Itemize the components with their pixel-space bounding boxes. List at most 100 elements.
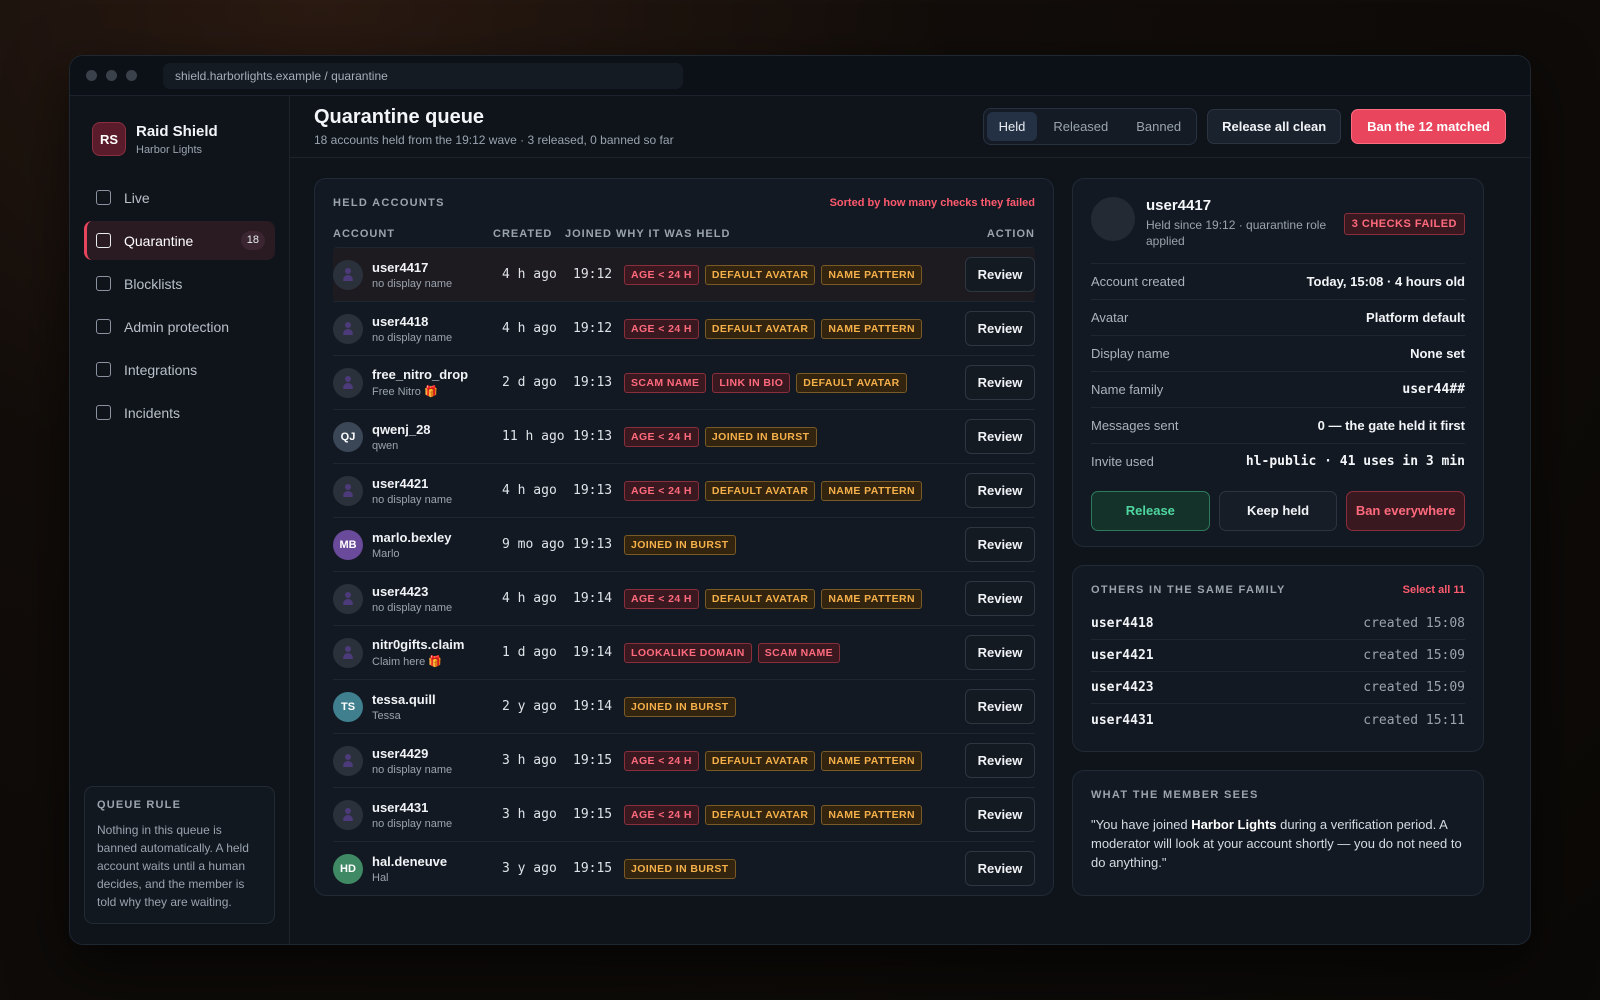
- sidebar-nav: Live Quarantine 18 Blocklists Admin protecti…: [70, 178, 289, 432]
- ban-everywhere-button[interactable]: Ban everywhere: [1346, 491, 1466, 531]
- detail-field-row: Invite used hl-public · 41 uses in 3 min: [1091, 443, 1465, 479]
- keep-held-button[interactable]: Keep held: [1218, 491, 1338, 531]
- maximize-dot-icon[interactable]: [126, 70, 137, 81]
- select-all-link[interactable]: Select all 11: [1403, 584, 1465, 596]
- queue-rule-card: QUEUE RULE Nothing in this queue is bann…: [84, 786, 275, 924]
- table-row[interactable]: nitr0gifts.claim Claim here 🎁 1 d ago 19:14…: [333, 625, 1035, 679]
- family-item[interactable]: user4431 created 15:11: [1091, 704, 1465, 736]
- reason-tag: AGE < 24 H: [624, 588, 699, 609]
- account-cell: user4429 no display name: [372, 746, 502, 776]
- reason-tag: NAME PATTERN: [821, 480, 922, 501]
- review-button[interactable]: Review: [965, 473, 1035, 508]
- field-label: Account created: [1091, 274, 1185, 289]
- created-cell: 9 mo ago: [502, 537, 565, 552]
- reason-tags: AGE < 24 H DEFAULT AVATAR NAME PATTERN: [624, 480, 965, 501]
- reason-tag: AGE < 24 H: [624, 318, 699, 339]
- table-row[interactable]: user4429 no display name 3 h ago 19:15 AGE <…: [333, 733, 1035, 787]
- joined-cell: 19:15: [573, 861, 613, 876]
- ban-matched-button[interactable]: Ban the 12 matched: [1351, 109, 1506, 144]
- brand-name: Raid Shield: [136, 122, 218, 140]
- review-button[interactable]: Review: [965, 743, 1035, 778]
- tab-released[interactable]: Released: [1041, 112, 1120, 141]
- table-row[interactable]: user4431 no display name 3 h ago 19:15 AGE <…: [333, 787, 1035, 841]
- display-name: Claim here 🎁: [372, 656, 442, 668]
- joined-cell: 19:12: [573, 267, 613, 282]
- checks-failed-badge: 3 CHECKS FAILED: [1343, 213, 1465, 235]
- reason-tags: AGE < 24 H DEFAULT AVATAR NAME PATTERN: [624, 318, 965, 339]
- table-row[interactable]: user4417 no display name 4 h ago 19:12 AGE <…: [333, 247, 1035, 301]
- account-cell: user4423 no display name: [372, 584, 502, 614]
- created-cell: 3 h ago: [502, 807, 557, 822]
- title-bar: shield.harborlights.example / quarantine: [70, 56, 1530, 96]
- review-button[interactable]: Review: [965, 635, 1035, 670]
- table-row[interactable]: user4418 no display name 4 h ago 19:12 AGE <…: [333, 301, 1035, 355]
- created-cell: 4 h ago: [502, 591, 557, 606]
- reason-tag: JOINED IN BURST: [624, 858, 736, 879]
- family-item[interactable]: user4421 created 15:09: [1091, 640, 1465, 672]
- created-cell: 4 h ago: [502, 267, 557, 282]
- created-cell: 3 y ago: [502, 861, 557, 876]
- held-accounts-title: HELD ACCOUNTS: [333, 197, 445, 209]
- column-account: ACCOUNT: [333, 228, 395, 240]
- sidebar-item-incidents[interactable]: Incidents: [84, 393, 275, 432]
- sidebar-item-integrations[interactable]: Integrations: [84, 350, 275, 389]
- sort-note[interactable]: Sorted by how many checks they failed: [830, 197, 1035, 209]
- account-name: hal.deneuve: [372, 853, 448, 869]
- table-row[interactable]: free_nitro_drop Free Nitro 🎁 2 d ago 19:13 S…: [333, 355, 1035, 409]
- family-created: created 15:11: [1363, 712, 1465, 728]
- created-cell: 3 h ago: [502, 753, 557, 768]
- window-controls: [86, 70, 137, 81]
- review-button[interactable]: Review: [965, 419, 1035, 454]
- review-button[interactable]: Review: [965, 689, 1035, 724]
- joined-cell: 19:12: [573, 321, 613, 336]
- table-row[interactable]: MB marlo.bexley Marlo 9 mo ago 19:13 JOINED I…: [333, 517, 1035, 571]
- review-button[interactable]: Review: [965, 311, 1035, 346]
- sidebar-item-blocklists[interactable]: Blocklists: [84, 264, 275, 303]
- display-name: no display name: [372, 493, 453, 506]
- avatar: [333, 313, 363, 344]
- same-family-title: OTHERS IN THE SAME FAMILY: [1091, 584, 1286, 596]
- minimize-dot-icon[interactable]: [106, 70, 117, 81]
- member-view-title: WHAT THE MEMBER SEES: [1091, 789, 1259, 801]
- tab-banned[interactable]: Banned: [1124, 112, 1193, 141]
- main-area: Quarantine queue 18 accounts held from t…: [290, 96, 1530, 944]
- page-subtitle: 18 accounts held from the 19:12 wave · 3…: [314, 133, 674, 147]
- table-row[interactable]: user4423 no display name 4 h ago 19:14 AGE <…: [333, 571, 1035, 625]
- avatar: QJ: [333, 421, 363, 452]
- brand-logo: RS: [92, 122, 126, 156]
- avatar: [333, 745, 363, 776]
- reason-tags: AGE < 24 H DEFAULT AVATAR NAME PATTERN: [624, 588, 965, 609]
- review-button[interactable]: Review: [965, 527, 1035, 562]
- sidebar-item-label: Admin protection: [124, 318, 230, 335]
- review-button[interactable]: Review: [965, 797, 1035, 832]
- table-row[interactable]: TS tessa.quill Tessa 2 y ago 19:14 JOINED IN …: [333, 679, 1035, 733]
- table-row[interactable]: QJ qwenj_28 qwen 11 h ago 19:13 AGE < 24 H JOI…: [333, 409, 1035, 463]
- member-message-start: "You have joined: [1091, 817, 1192, 832]
- family-item[interactable]: user4418 created 15:08: [1091, 608, 1465, 640]
- avatar: [1091, 197, 1135, 241]
- account-cell: user4421 no display name: [372, 476, 502, 506]
- release-button[interactable]: Release: [1091, 491, 1210, 531]
- review-button[interactable]: Review: [965, 581, 1035, 616]
- default-avatar-icon: [343, 646, 353, 659]
- table-row[interactable]: user4421 no display name 4 h ago 19:13 AGE <…: [333, 463, 1035, 517]
- page-header: Quarantine queue 18 accounts held from t…: [290, 96, 1530, 158]
- family-item[interactable]: user4423 created 15:09: [1091, 672, 1465, 704]
- tab-held[interactable]: Held: [986, 112, 1038, 141]
- reason-tag: NAME PATTERN: [821, 588, 922, 609]
- sidebar-item-quarantine[interactable]: Quarantine 18: [84, 221, 275, 260]
- close-dot-icon[interactable]: [86, 70, 97, 81]
- review-button[interactable]: Review: [965, 365, 1035, 400]
- reason-tag: DEFAULT AVATAR: [704, 588, 816, 609]
- field-value: 0 — the gate held it first: [1317, 418, 1465, 433]
- table-row[interactable]: HD hal.deneuve Hal 3 y ago 19:15 JOINED IN BU…: [333, 841, 1035, 895]
- sidebar-item-admin-protection[interactable]: Admin protection: [84, 307, 275, 346]
- account-name: user4429: [372, 745, 429, 761]
- square-icon: [96, 405, 111, 420]
- release-all-clean-button[interactable]: Release all clean: [1207, 109, 1342, 144]
- default-avatar-icon: [343, 592, 353, 605]
- address-bar[interactable]: shield.harborlights.example / quarantine: [163, 62, 683, 89]
- review-button[interactable]: Review: [965, 257, 1035, 292]
- review-button[interactable]: Review: [965, 851, 1035, 886]
- sidebar-item-live[interactable]: Live: [84, 178, 275, 217]
